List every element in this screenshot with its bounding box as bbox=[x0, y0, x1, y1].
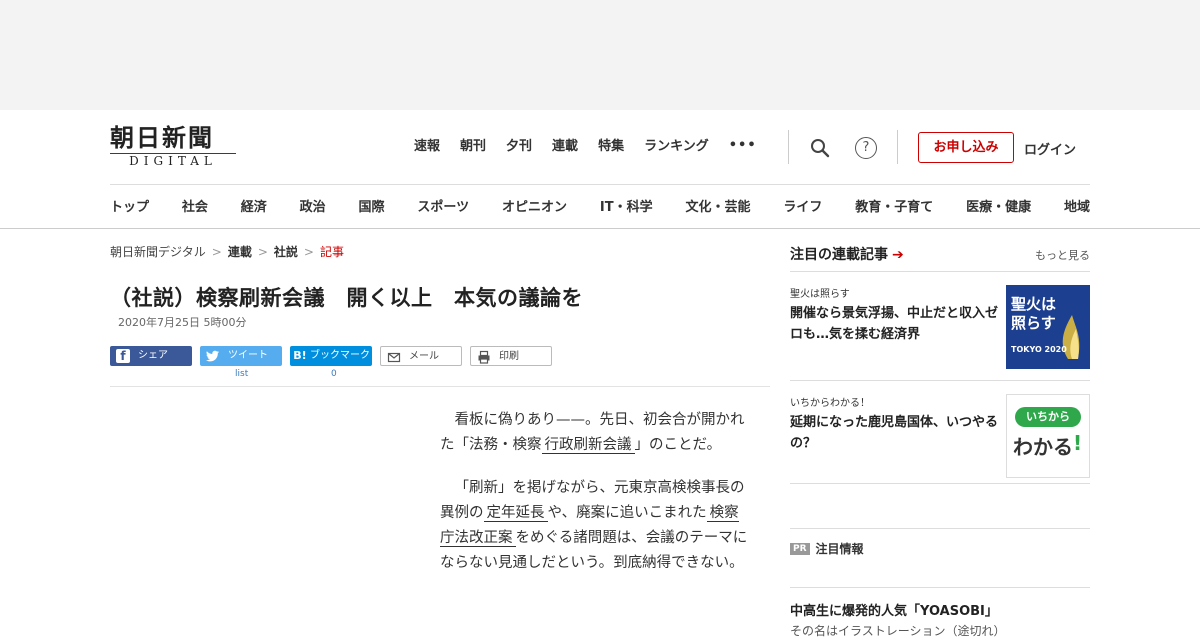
breadcrumb-separator: > bbox=[211, 245, 222, 259]
print-button[interactable]: 印刷 bbox=[470, 346, 552, 366]
mail-share-label: メール bbox=[409, 351, 439, 362]
paragraph: 看板に偽りあり——。先日、初会合が開かれた「法務・検察 行政刷新会議 」のことだ。 bbox=[440, 408, 750, 458]
facebook-share-label: シェア bbox=[138, 350, 168, 361]
category-international[interactable]: 国際 bbox=[359, 196, 385, 215]
breadcrumb-separator: > bbox=[257, 245, 268, 259]
mail-icon bbox=[387, 352, 401, 363]
category-health[interactable]: 医療・健康 bbox=[966, 196, 1031, 215]
series-tag: 聖火は照らす bbox=[790, 289, 850, 300]
header-rule bbox=[110, 184, 1090, 185]
exclamation-icon: ! bbox=[1073, 431, 1083, 455]
article-body: 看板に偽りあり——。先日、初会合が開かれた「法務・検察 行政刷新会議 」のことだ。 … bbox=[440, 408, 750, 594]
mail-share-button[interactable]: メール bbox=[380, 346, 462, 366]
keyword-link[interactable]: 定年延長 bbox=[483, 505, 548, 522]
category-economy[interactable]: 経済 bbox=[241, 196, 267, 215]
header-divider bbox=[788, 130, 789, 164]
article-date: 2020年7月25日 5時00分 bbox=[118, 316, 247, 329]
category-top[interactable]: トップ bbox=[110, 196, 149, 215]
category-society[interactable]: 社会 bbox=[182, 196, 208, 215]
pr-badge: PR bbox=[790, 542, 810, 555]
keyword-link[interactable]: 行政刷新会議 bbox=[541, 437, 635, 454]
series-tag: いちからわかる！ bbox=[790, 398, 870, 409]
nav-tokushu[interactable]: 特集 bbox=[598, 138, 624, 156]
paragraph-text: 」のことだ。 bbox=[634, 437, 722, 453]
sidebar-thumbnail: 聖火は 照らす TOKYO 2020 bbox=[1006, 285, 1090, 369]
sidebar-more-link[interactable]: もっと見る bbox=[1035, 247, 1090, 263]
help-icon[interactable]: ? bbox=[855, 137, 877, 159]
nav-rensai[interactable]: 連載 bbox=[552, 138, 578, 156]
thumb-title-line1: いちから bbox=[1015, 407, 1081, 427]
sidebar-title: 注目の連載記事 bbox=[790, 247, 888, 263]
breadcrumb-separator: > bbox=[303, 245, 314, 259]
twitter-icon bbox=[206, 350, 219, 362]
nav-yuukan[interactable]: 夕刊 bbox=[506, 138, 532, 156]
pr-divider bbox=[790, 587, 1090, 588]
logo-jp: 朝日新聞 bbox=[110, 123, 214, 152]
breadcrumb-home[interactable]: 朝日新聞デジタル bbox=[110, 245, 206, 259]
top-nav: 速報 朝刊 夕刊 連載 特集 ランキング ••• bbox=[414, 138, 757, 156]
pr-label: 注目情報 bbox=[815, 542, 864, 556]
twitter-count[interactable]: list bbox=[235, 369, 248, 379]
nav-sokuho[interactable]: 速報 bbox=[414, 138, 440, 156]
share-bar: f シェア ツイート B! ブックマーク メール 印刷 bbox=[110, 346, 560, 366]
breadcrumb-current: 記事 bbox=[319, 245, 344, 259]
facebook-share-button[interactable]: f シェア bbox=[110, 346, 192, 366]
thumb-title-line2: わかる bbox=[1013, 435, 1073, 459]
twitter-share-button[interactable]: ツイート bbox=[200, 346, 282, 366]
category-sports[interactable]: スポーツ bbox=[417, 196, 469, 215]
article-divider bbox=[110, 386, 770, 387]
article-title: （社説）検察刷新会議 開く以上 本気の議論を bbox=[110, 286, 583, 310]
breadcrumb-shasetsu[interactable]: 社説 bbox=[274, 245, 298, 259]
paragraph-text: や、廃案に追いこまれた bbox=[547, 505, 707, 521]
hatena-bookmark-button[interactable]: B! ブックマーク bbox=[290, 346, 372, 366]
thumb-title-line1: 聖火は bbox=[1011, 295, 1057, 313]
facebook-icon: f bbox=[116, 349, 130, 363]
search-icon[interactable] bbox=[810, 138, 830, 158]
category-life[interactable]: ライフ bbox=[783, 196, 822, 215]
sidebar-article[interactable]: いちからわかる！ 延期になった鹿児島国体、いつやるの？ いちから わかる ! bbox=[790, 381, 1090, 484]
more-menu-icon[interactable]: ••• bbox=[729, 138, 757, 156]
twitter-share-label: ツイート bbox=[228, 350, 268, 361]
print-label: 印刷 bbox=[499, 351, 519, 362]
hatena-count[interactable]: 0 bbox=[331, 369, 337, 379]
pr-headline[interactable]: 中高生に爆発的人気「YOASOBI」 bbox=[790, 600, 998, 619]
nav-ranking[interactable]: ランキング bbox=[644, 138, 709, 156]
paragraph: 「刷新」を掲げながら、元東京高検検事長の異例の 定年延長 や、廃案に追いこまれた 検察… bbox=[440, 476, 750, 576]
category-culture[interactable]: 文化・芸能 bbox=[685, 196, 750, 215]
category-it-science[interactable]: IT・科学 bbox=[600, 196, 653, 215]
sidebar-headline: 延期になった鹿児島国体、いつやるの？ bbox=[790, 415, 999, 451]
thumb-title-line2: 照らす bbox=[1011, 314, 1056, 332]
sidebar: 注目の連載記事 ➔ もっと見る 聖火は照らす 開催なら景気浮揚、中止だと収入ゼロも… bbox=[790, 244, 1090, 484]
hatena-bookmark-label: ブックマーク bbox=[310, 350, 370, 361]
sidebar-header: 注目の連載記事 ➔ もっと見る bbox=[790, 244, 1090, 272]
logo-en: DIGITAL bbox=[129, 154, 217, 168]
category-nav: トップ 社会 経済 政治 国際 スポーツ オピニオン IT・科学 文化・芸能 ラ… bbox=[110, 196, 1090, 215]
sidebar-article[interactable]: 聖火は照らす 開催なら景気浮揚、中止だと収入ゼロも…気を揉む経済界 聖火は 照ら… bbox=[790, 272, 1090, 381]
category-opinion[interactable]: オピニオン bbox=[502, 196, 567, 215]
sidebar-title-wrap[interactable]: 注目の連載記事 ➔ bbox=[790, 244, 904, 264]
ad-banner bbox=[0, 0, 1200, 110]
printer-icon bbox=[478, 350, 490, 364]
header-divider bbox=[897, 130, 898, 164]
hatena-icon: B! bbox=[293, 349, 307, 362]
breadcrumb-rensai[interactable]: 連載 bbox=[228, 245, 252, 259]
category-region[interactable]: 地域 bbox=[1064, 196, 1090, 215]
pr-subtext: その名はイラストレーション（途切れ） bbox=[790, 624, 1006, 638]
nav-choukan[interactable]: 朝刊 bbox=[460, 138, 486, 156]
breadcrumb: 朝日新聞デジタル > 連載 > 社説 > 記事 bbox=[110, 243, 344, 260]
thumb-subtitle: TOKYO 2020 bbox=[1011, 345, 1067, 354]
category-education[interactable]: 教育・子育て bbox=[855, 196, 933, 215]
login-link[interactable]: ログイン bbox=[1024, 139, 1076, 158]
subscribe-button[interactable]: お申し込み bbox=[918, 132, 1014, 163]
site-logo[interactable]: 朝日新聞 DIGITAL bbox=[110, 124, 240, 170]
category-politics[interactable]: 政治 bbox=[300, 196, 326, 215]
sidebar-thumbnail: いちから わかる ! bbox=[1006, 394, 1090, 478]
pr-section: PR 注目情報 bbox=[790, 528, 1090, 557]
site-header: 朝日新聞 DIGITAL 速報 朝刊 夕刊 連載 特集 ランキング ••• ? … bbox=[0, 110, 1200, 229]
arrow-right-icon: ➔ bbox=[892, 247, 904, 263]
sidebar-headline: 開催なら景気浮揚、中止だと収入ゼロも…気を揉む経済界 bbox=[790, 306, 999, 342]
